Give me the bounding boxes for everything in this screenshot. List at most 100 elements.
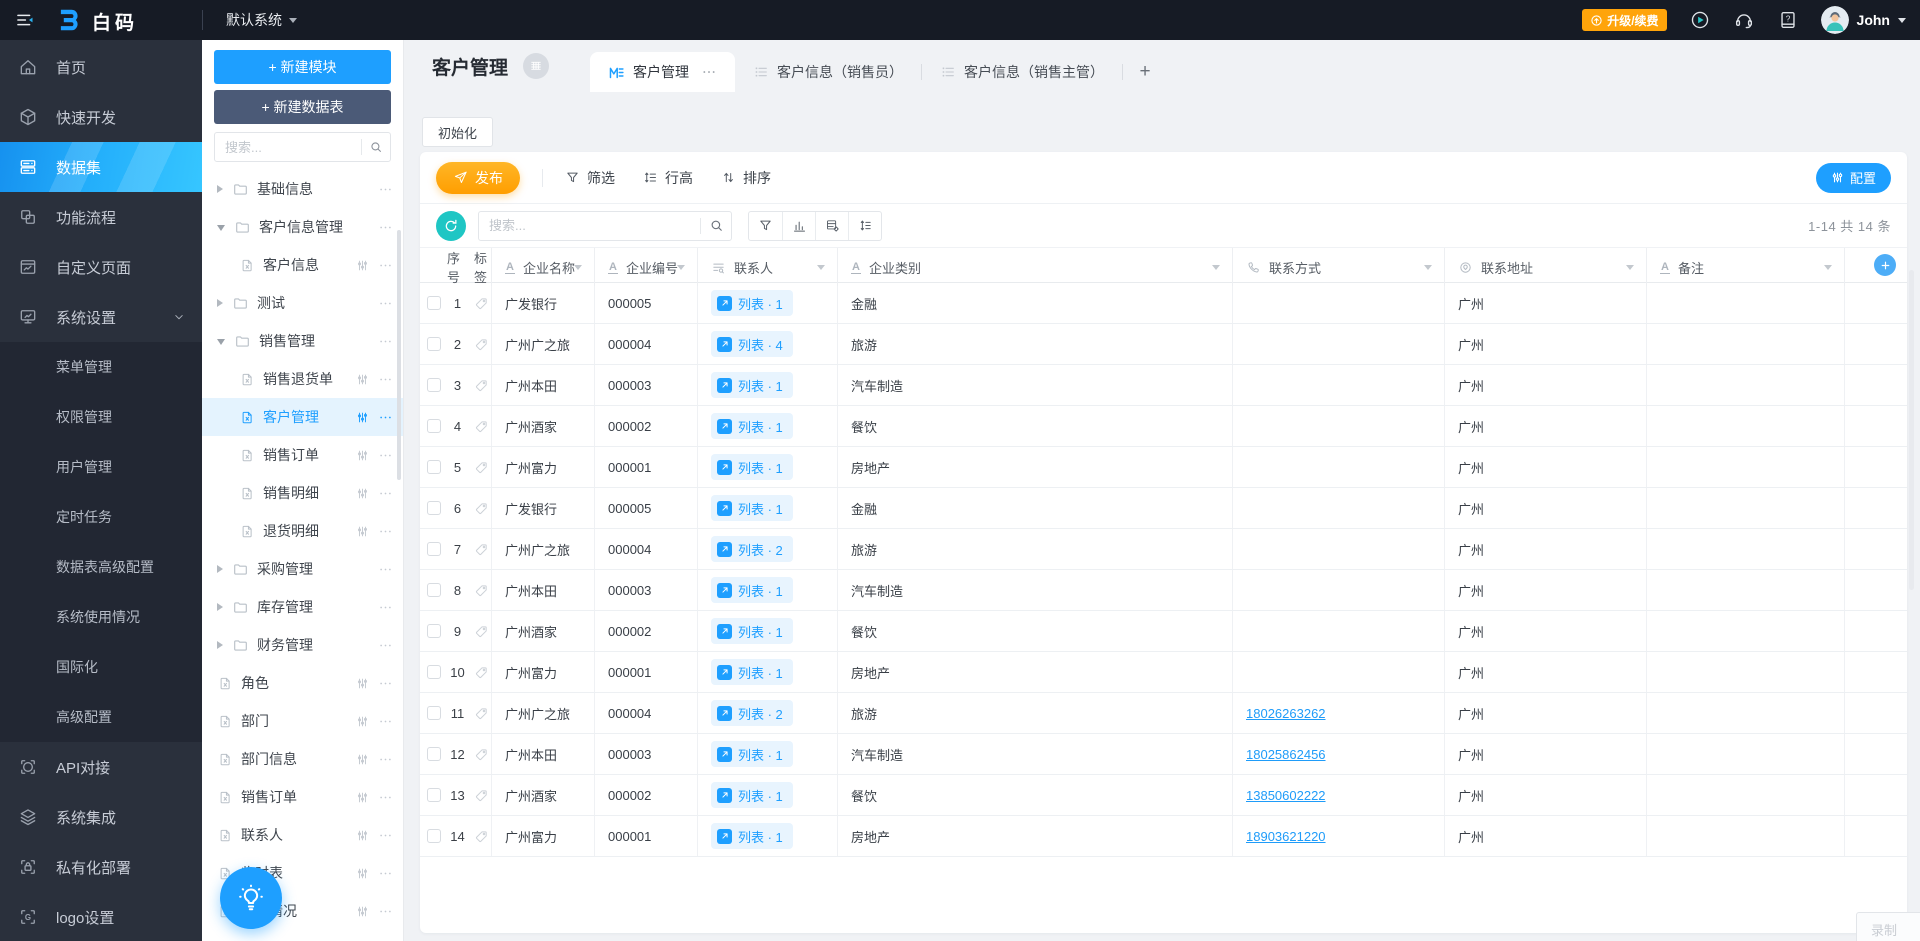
tree-table-item[interactable]: 客户管理: [202, 398, 403, 436]
table-row[interactable]: 13 广州酒家 000002 列表 · 1 餐饮 13850602222 广州: [420, 775, 1907, 816]
sidebar-item-logo-frame[interactable]: G logo设置: [0, 892, 202, 941]
sidebar-item-api[interactable]: API对接: [0, 742, 202, 792]
table-row[interactable]: 14 广州富力 000001 列表 · 1 房地产 18903621220 广州: [420, 816, 1907, 857]
sidebar-item-home[interactable]: 首页: [0, 42, 202, 92]
contacts-chip[interactable]: 列表 · 1: [711, 823, 793, 849]
row-checkbox[interactable]: [427, 337, 441, 351]
search-icon[interactable]: [362, 140, 390, 154]
new-module-button[interactable]: + 新建模块: [214, 50, 391, 84]
contacts-chip[interactable]: 列表 · 2: [711, 700, 793, 726]
row-checkbox[interactable]: [427, 296, 441, 310]
sliders-icon[interactable]: [356, 905, 369, 918]
sidebar-item-deploy-lock[interactable]: 私有化部署: [0, 842, 202, 892]
more-icon[interactable]: [378, 524, 393, 539]
contacts-chip[interactable]: 列表 · 4: [711, 331, 793, 357]
column-header-1[interactable]: A 企业编号: [595, 248, 698, 286]
list-search-input[interactable]: [479, 218, 700, 233]
refresh-button[interactable]: [436, 210, 466, 241]
new-table-button[interactable]: + 新建数据表: [214, 90, 391, 124]
tag-icon[interactable]: [474, 747, 489, 762]
sidebar-item-monitor[interactable]: 系统设置: [0, 292, 202, 342]
column-header-0[interactable]: A 企业名称: [492, 248, 595, 286]
more-icon[interactable]: [378, 182, 393, 197]
tree-table-item[interactable]: 客户信息: [202, 246, 403, 284]
tag-icon[interactable]: [474, 378, 489, 393]
more-icon[interactable]: [378, 752, 393, 767]
row-checkbox[interactable]: [427, 501, 441, 515]
sliders-icon[interactable]: [356, 373, 369, 386]
more-icon[interactable]: [378, 448, 393, 463]
main-scrollbar[interactable]: [1909, 270, 1914, 590]
tree-table-item[interactable]: 退货明细: [202, 512, 403, 550]
sidebar-subitem-5[interactable]: 系统使用情况: [0, 592, 202, 642]
more-icon[interactable]: [378, 334, 393, 349]
caret-right-icon[interactable]: [217, 185, 223, 193]
contacts-chip[interactable]: 列表 · 1: [711, 454, 793, 480]
table-row[interactable]: 7 广州广之旅 000004 列表 · 2 旅游 广州: [420, 529, 1907, 570]
sidebar-subitem-4[interactable]: 数据表高级配置: [0, 542, 202, 592]
row-checkbox[interactable]: [427, 706, 441, 720]
tree-folder[interactable]: 基础信息: [202, 170, 403, 208]
contacts-chip[interactable]: 列表 · 1: [711, 290, 793, 316]
caret-right-icon[interactable]: [217, 299, 223, 307]
tag-icon[interactable]: [474, 665, 489, 680]
row-checkbox[interactable]: [427, 419, 441, 433]
tag-icon[interactable]: [474, 788, 489, 803]
tree-table-item[interactable]: 销售订单: [202, 778, 403, 816]
tab-1[interactable]: 客户信息（销售员）: [735, 52, 921, 92]
table-row[interactable]: 12 广州本田 000003 列表 · 1 汽车制造 18025862456 广…: [420, 734, 1907, 775]
row-checkbox[interactable]: [427, 829, 441, 843]
contacts-chip[interactable]: 列表 · 1: [711, 782, 793, 808]
tag-icon[interactable]: [474, 419, 489, 434]
more-icon[interactable]: [378, 790, 393, 805]
statistics-icon[interactable]: [782, 211, 815, 240]
tag-icon[interactable]: [474, 829, 489, 844]
column-header-5[interactable]: 联系地址: [1445, 248, 1647, 286]
table-row[interactable]: 3 广州本田 000003 列表 · 1 汽车制造 广州: [420, 365, 1907, 406]
caret-down-icon[interactable]: [677, 264, 685, 270]
upgrade-button[interactable]: 升级/续费: [1582, 9, 1667, 31]
table-row[interactable]: 9 广州酒家 000002 列表 · 1 餐饮 广州: [420, 611, 1907, 652]
search-icon[interactable]: [701, 218, 731, 233]
tag-icon[interactable]: [474, 706, 489, 721]
support-headset-icon[interactable]: [1733, 9, 1755, 31]
tree-table-item[interactable]: 销售订单: [202, 436, 403, 474]
more-icon[interactable]: [378, 676, 393, 691]
sliders-icon[interactable]: [356, 525, 369, 538]
tree-folder[interactable]: 客户信息管理: [202, 208, 403, 246]
more-icon[interactable]: [378, 828, 393, 843]
tree-table-item[interactable]: 销售明细: [202, 474, 403, 512]
more-icon[interactable]: [378, 296, 393, 311]
row-checkbox[interactable]: [427, 583, 441, 597]
contacts-chip[interactable]: 列表 · 1: [711, 618, 793, 644]
add-view-button[interactable]: +: [1123, 52, 1167, 92]
more-icon[interactable]: [378, 258, 393, 273]
sliders-icon[interactable]: [356, 791, 369, 804]
caret-right-icon[interactable]: [217, 603, 223, 611]
sidebar-item-flow[interactable]: 功能流程: [0, 192, 202, 242]
caret-right-icon[interactable]: [217, 641, 223, 649]
contacts-chip[interactable]: 列表 · 1: [711, 495, 793, 521]
tree-scrollbar[interactable]: [397, 230, 401, 480]
tree-folder[interactable]: 库存管理: [202, 588, 403, 626]
tree-folder[interactable]: 采购管理: [202, 550, 403, 588]
row-checkbox[interactable]: [427, 378, 441, 392]
tree-folder[interactable]: 销售管理: [202, 322, 403, 360]
caret-down-icon[interactable]: [1824, 264, 1832, 270]
caret-down-icon[interactable]: [817, 264, 825, 270]
more-icon[interactable]: [378, 410, 393, 425]
assistant-fab-button[interactable]: [220, 867, 282, 929]
tag-icon[interactable]: [474, 583, 489, 598]
more-icon[interactable]: [378, 372, 393, 387]
caret-down-icon[interactable]: [574, 264, 582, 270]
sort-button[interactable]: 排序: [721, 168, 771, 188]
tag-icon[interactable]: [474, 501, 489, 516]
tag-icon[interactable]: [474, 296, 489, 311]
contacts-chip[interactable]: 列表 · 1: [711, 741, 793, 767]
row-checkbox[interactable]: [427, 542, 441, 556]
phone-link[interactable]: 13850602222: [1246, 788, 1326, 803]
sidebar-item-layers[interactable]: 系统集成: [0, 792, 202, 842]
user-menu[interactable]: John: [1820, 6, 1906, 34]
tag-icon[interactable]: [474, 337, 489, 352]
table-settings-icon[interactable]: [815, 211, 848, 240]
